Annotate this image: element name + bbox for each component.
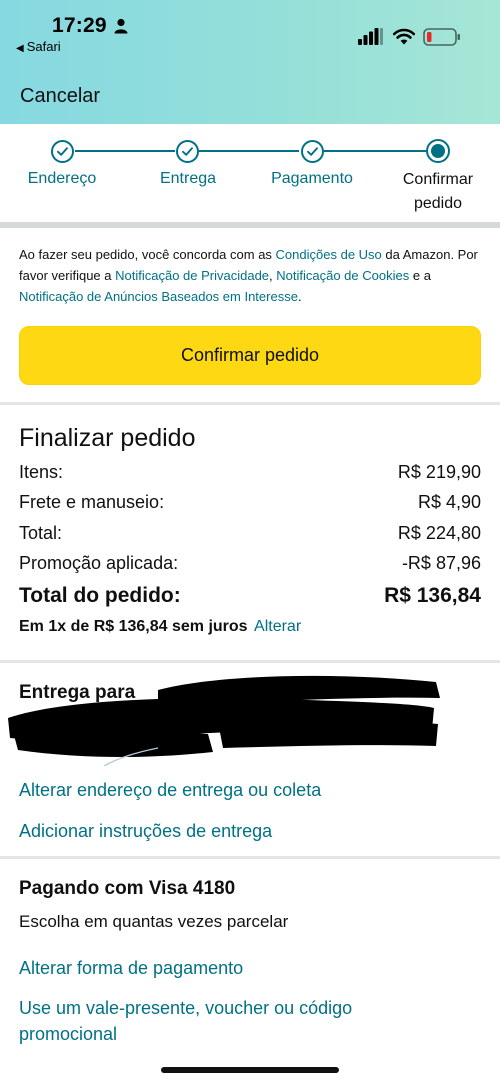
section-divider xyxy=(0,856,500,859)
step-label-line2: pedido xyxy=(413,195,463,212)
order-summary-title: Finalizar pedido xyxy=(19,424,196,452)
legal-text: Ao fazer seu pedido, você concorda com a… xyxy=(19,247,276,262)
stepper-line xyxy=(324,150,426,152)
section-divider xyxy=(0,222,500,228)
back-app-label: Safari xyxy=(26,39,61,54)
status-time: 17:29 xyxy=(52,14,107,37)
stepper-line xyxy=(199,150,299,152)
change-address-link[interactable]: Alterar endereço de entrega ou coleta xyxy=(19,777,321,803)
summary-label: Frete e manuseio: xyxy=(19,492,165,512)
installments-choice-text: Escolha em quantas vezes parcelar xyxy=(19,912,289,931)
gift-card-voucher-link[interactable]: Use um vale-presente, voucher ou código … xyxy=(19,995,352,1047)
summary-label: Promoção aplicada: xyxy=(19,553,179,573)
back-triangle-icon: ◀ xyxy=(16,43,24,54)
summary-row-items: Itens: R$ 219,90 xyxy=(19,462,481,483)
step-done-icon xyxy=(51,140,74,163)
wifi-icon xyxy=(392,28,416,45)
section-divider xyxy=(0,660,500,663)
gift-link-line2: promocional xyxy=(19,1024,118,1044)
change-installment-link[interactable]: Alterar xyxy=(254,618,301,635)
step-entrega[interactable]: Entrega xyxy=(140,170,236,188)
gift-link-line1: Use um vale-presente, voucher ou código xyxy=(19,998,353,1018)
privacy-notice-link[interactable]: Notificação de Privacidade xyxy=(115,268,269,283)
installment-text: Em 1x de R$ 136,84 sem juros xyxy=(19,618,248,635)
step-endereco[interactable]: Endereço xyxy=(14,170,110,188)
home-indicator[interactable] xyxy=(161,1067,339,1073)
add-delivery-instructions-link[interactable]: Adicionar instruções de entrega xyxy=(19,818,272,844)
step-done-icon xyxy=(176,140,199,163)
interest-ads-notice-link[interactable]: Notificação de Anúncios Baseados em Inte… xyxy=(19,289,298,304)
summary-value: R$ 224,80 xyxy=(397,523,481,543)
header-bar: 17:29 ◀ Safari Cancelar xyxy=(0,0,500,124)
person-icon xyxy=(114,18,128,34)
back-to-app-link[interactable]: ◀ Safari xyxy=(16,39,61,54)
payment-title: Pagando com Visa 4180 xyxy=(19,878,236,899)
section-divider xyxy=(0,402,500,405)
summary-value: -R$ 87,96 xyxy=(401,553,481,573)
summary-label: Total: xyxy=(19,523,63,543)
stepper-line xyxy=(75,150,175,152)
order-total-label: Total do pedido: xyxy=(19,584,181,607)
summary-row-promotion: Promoção aplicada: -R$ 87,96 xyxy=(19,553,481,574)
battery-icon xyxy=(423,28,460,46)
step-current-icon xyxy=(426,139,450,163)
step-label-line1: Confirmar xyxy=(402,171,474,188)
summary-row-total: Total: R$ 224,80 xyxy=(19,523,481,544)
legal-text: e a xyxy=(409,268,431,283)
cancel-link[interactable]: Cancelar xyxy=(20,85,100,108)
summary-value: R$ 4,90 xyxy=(417,492,481,512)
step-pagamento[interactable]: Pagamento xyxy=(262,170,362,188)
step-done-icon xyxy=(301,140,324,163)
legal-text: . xyxy=(297,289,302,304)
signal-icon xyxy=(358,28,383,45)
step-confirmar-pedido: Confirmar pedido xyxy=(388,168,488,216)
summary-label: Itens: xyxy=(19,462,64,482)
legal-notice: Ao fazer seu pedido, você concorda com a… xyxy=(19,244,484,307)
order-total-value: R$ 136,84 xyxy=(384,584,481,607)
summary-value: R$ 219,90 xyxy=(397,462,481,482)
cookies-notice-link[interactable]: Notificação de Cookies xyxy=(276,268,409,283)
order-total-row: Total do pedido: R$ 136,84 xyxy=(19,584,481,608)
summary-row-shipping: Frete e manuseio: R$ 4,90 xyxy=(19,492,481,513)
change-payment-method-link[interactable]: Alterar forma de pagamento xyxy=(19,955,243,981)
installment-info: Em 1x de R$ 136,84 sem juros Alterar xyxy=(19,618,301,636)
conditions-of-use-link[interactable]: Condições de Uso xyxy=(276,247,382,262)
address-redaction xyxy=(8,675,440,766)
confirm-order-button[interactable]: Confirmar pedido xyxy=(19,326,481,385)
